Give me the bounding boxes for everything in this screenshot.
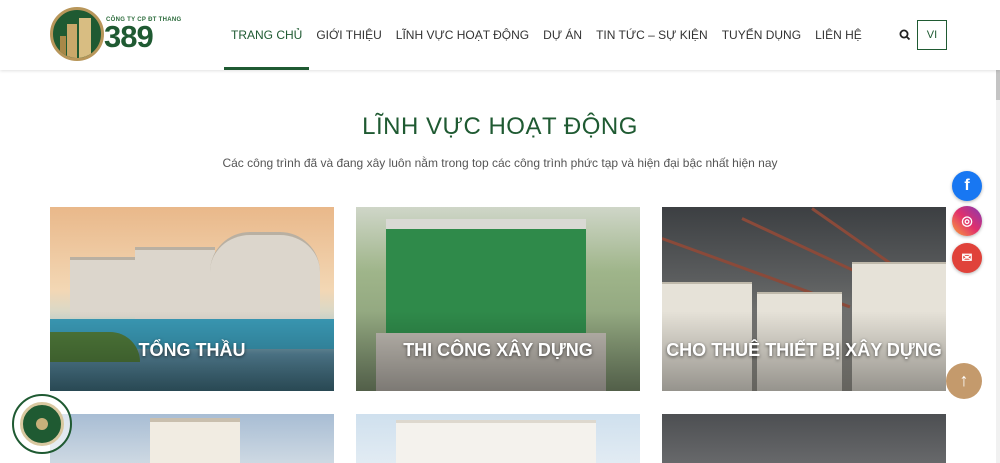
search-icon[interactable]	[896, 26, 914, 44]
nav-item-contact[interactable]: LIÊN HỆ	[808, 0, 869, 70]
nav-item-about[interactable]: GIỚI THIỆU	[309, 0, 388, 70]
section-subtitle: Các công trình đã và đang xây luôn nằm t…	[222, 156, 778, 170]
nav-item-news[interactable]: TIN TỨC – SỰ KIỆN	[589, 0, 715, 70]
nav-item-fields[interactable]: LĨNH VỰC HOẠT ĐỘNG	[389, 0, 536, 70]
language-switcher[interactable]: VI	[917, 20, 947, 50]
back-to-top-button[interactable]: ↑	[946, 363, 982, 399]
nav-item-projects[interactable]: DỰ ÁN	[536, 0, 589, 70]
nav-item-home[interactable]: TRANG CHỦ	[224, 0, 310, 70]
instagram-icon[interactable]: ◎	[952, 206, 982, 236]
company-logo[interactable]: CÔNG TY CP ĐT THANG 389	[50, 7, 181, 63]
nav-item-careers[interactable]: TUYỂN DỤNG	[715, 0, 808, 70]
scrollbar-thumb[interactable]	[996, 70, 1000, 100]
site-header: CÔNG TY CP ĐT THANG 389 TRANG CHỦ GIỚI T…	[0, 0, 1000, 70]
facebook-icon[interactable]: f	[952, 171, 982, 201]
card-label: THI CÔNG XÂY DỰNG	[403, 340, 593, 360]
card-project-warehouse[interactable]	[662, 414, 946, 463]
card-label: TỔNG THẦU	[138, 340, 246, 360]
card-equipment-rental[interactable]: CHO THUÊ THIẾT BỊ XÂY DỰNG	[662, 207, 946, 391]
card-construction[interactable]: THI CÔNG XÂY DỰNG	[356, 207, 640, 391]
section-title: LĨNH VỰC HOẠT ĐỘNG	[362, 113, 638, 140]
phone-call-button[interactable]	[20, 402, 64, 446]
mail-icon[interactable]: ✉	[952, 243, 982, 273]
logo-emblem-icon	[50, 7, 104, 61]
card-project-apartment[interactable]	[356, 414, 640, 463]
card-general-contractor[interactable]: TỔNG THẦU	[50, 207, 334, 391]
logo-number: 389	[104, 19, 154, 54]
main-nav: TRANG CHỦ GIỚI THIỆU LĨNH VỰC HOẠT ĐỘNG …	[224, 0, 869, 70]
card-project-palace[interactable]	[50, 414, 334, 463]
card-label: CHO THUÊ THIẾT BỊ XÂY DỰNG	[666, 340, 942, 360]
phone-icon	[36, 418, 48, 430]
